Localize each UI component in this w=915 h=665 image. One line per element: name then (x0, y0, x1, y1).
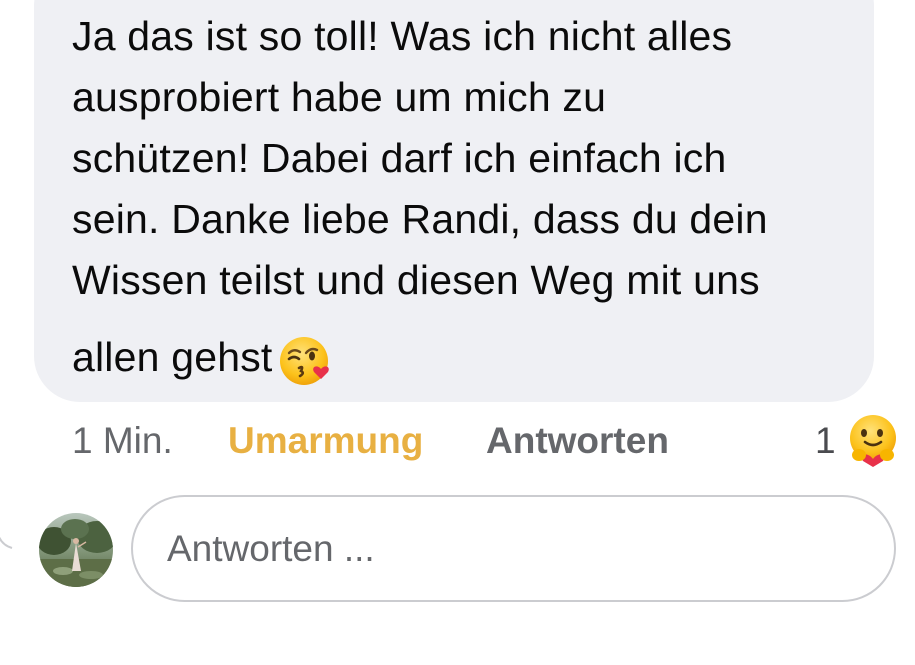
user-avatar[interactable] (39, 513, 113, 587)
comment-thread: Ja das ist so toll! Was ich nicht alles … (0, 0, 915, 665)
kissing-face-emoji-icon (279, 337, 329, 386)
comment-line: Ja das ist so toll! Was ich nicht alles (72, 13, 733, 59)
comment-line: ausprobiert habe um mich zu (72, 74, 607, 120)
comment-actions: 1 Min. Umarmung Antworten 1 (0, 413, 915, 467)
comment-text: Ja das ist so toll! Was ich nicht alles … (72, 6, 862, 388)
comment-line: Wissen teilst und diesen Weg mit uns (72, 257, 760, 303)
comment-line: sein. Danke liebe Randi, dass du dein (72, 196, 768, 242)
reply-button[interactable]: Antworten (486, 416, 669, 466)
comment-line: schützen! Dabei darf ich einfach ich (72, 135, 727, 181)
comment-timestamp: 1 Min. (72, 420, 173, 461)
reaction-button[interactable]: Umarmung (228, 416, 423, 466)
avatar-image (39, 513, 113, 587)
comment-line-last: allen gehst (72, 327, 862, 388)
reply-input[interactable] (131, 495, 896, 602)
thread-connector-line (0, 536, 13, 549)
comment-line: allen gehst (72, 334, 273, 380)
reaction-count[interactable]: 1 (815, 416, 836, 466)
hugging-face-icon[interactable] (846, 413, 900, 467)
